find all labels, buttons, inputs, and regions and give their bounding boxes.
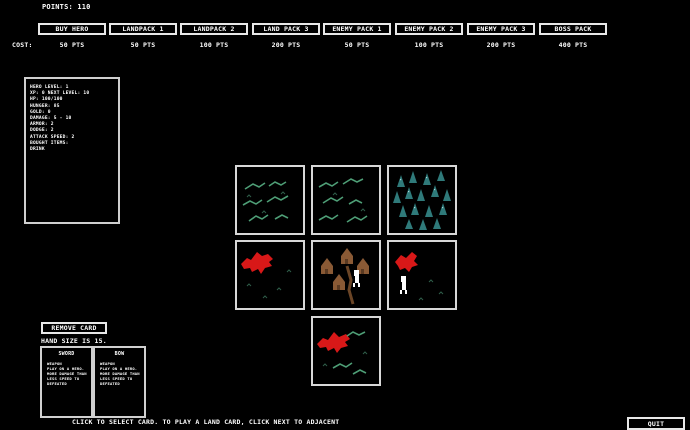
village-art — [321, 248, 369, 305]
landpack-3-button[interactable]: LAND PACK 3 — [252, 23, 320, 35]
enemy-pack-1-button[interactable]: ENEMY PACK 1 — [323, 23, 391, 35]
landpack-1-button[interactable]: LANDPACK 1 — [109, 23, 177, 35]
price-landpack-3: 200 PTS — [271, 41, 301, 49]
tile-grassland[interactable] — [235, 165, 305, 235]
card-title: SWORD — [58, 351, 75, 357]
remove-card-button[interactable]: REMOVE CARD — [41, 322, 107, 334]
tile-blood-grassland[interactable] — [311, 316, 381, 386]
forest-art — [393, 170, 451, 230]
blood-grassland-art — [317, 331, 368, 375]
blood-grassland-art — [241, 252, 292, 299]
points-display: POINTS: 110 — [42, 3, 91, 11]
hand-card-bow[interactable]: BOW WEAPON PLAY ON A HERO. MORE DAMAGE T… — [93, 346, 146, 418]
price-landpack-1: 50 PTS — [130, 41, 156, 49]
blood-grassland-hero-art — [395, 252, 444, 301]
tile-village[interactable] — [311, 240, 381, 310]
price-landpack-2: 100 PTS — [199, 41, 229, 49]
card-title: BOW — [114, 351, 125, 357]
price-boss-pack: 400 PTS — [558, 41, 588, 49]
tile-forest[interactable] — [387, 165, 457, 235]
buy-hero-button[interactable]: BUY HERO — [38, 23, 106, 35]
hero-stats-panel: HERO LEVEL: 1 XP: 0 NEXT LEVEL: 10 HP: 1… — [24, 77, 120, 224]
price-enemy-pack-2: 100 PTS — [414, 41, 444, 49]
card-desc-line: DEFEATED — [47, 381, 67, 386]
grassland-art — [318, 178, 368, 223]
instructions-text: CLICK TO SELECT CARD. TO PLAY A LAND CAR… — [72, 418, 340, 426]
quit-button[interactable]: QUIT — [627, 417, 685, 430]
tile-grassland[interactable] — [311, 165, 381, 235]
enemy-pack-3-button[interactable]: ENEMY PACK 3 — [467, 23, 535, 35]
landpack-2-button[interactable]: LANDPACK 2 — [180, 23, 248, 35]
stat-item-drink: DRINK — [30, 147, 45, 153]
tile-blood-grassland[interactable] — [235, 240, 305, 310]
hand-card-sword[interactable]: SWORD WEAPON PLAY ON A HERO. MORE DAMAGE… — [40, 346, 93, 418]
cost-label: COST: — [12, 41, 33, 49]
enemy-pack-2-button[interactable]: ENEMY PACK 2 — [395, 23, 463, 35]
boss-pack-button[interactable]: BOSS PACK — [539, 23, 607, 35]
price-enemy-pack-3: 200 PTS — [486, 41, 516, 49]
hero-sprite — [353, 270, 360, 287]
tile-blood-grassland-hero[interactable] — [387, 240, 457, 310]
price-enemy-pack-1: 50 PTS — [344, 41, 370, 49]
grassland-art — [242, 181, 289, 222]
card-desc-line: DEFEATED — [100, 381, 120, 386]
price-buy-hero: 50 PTS — [59, 41, 85, 49]
hand-size-text: HAND SIZE IS 15. — [41, 337, 107, 345]
